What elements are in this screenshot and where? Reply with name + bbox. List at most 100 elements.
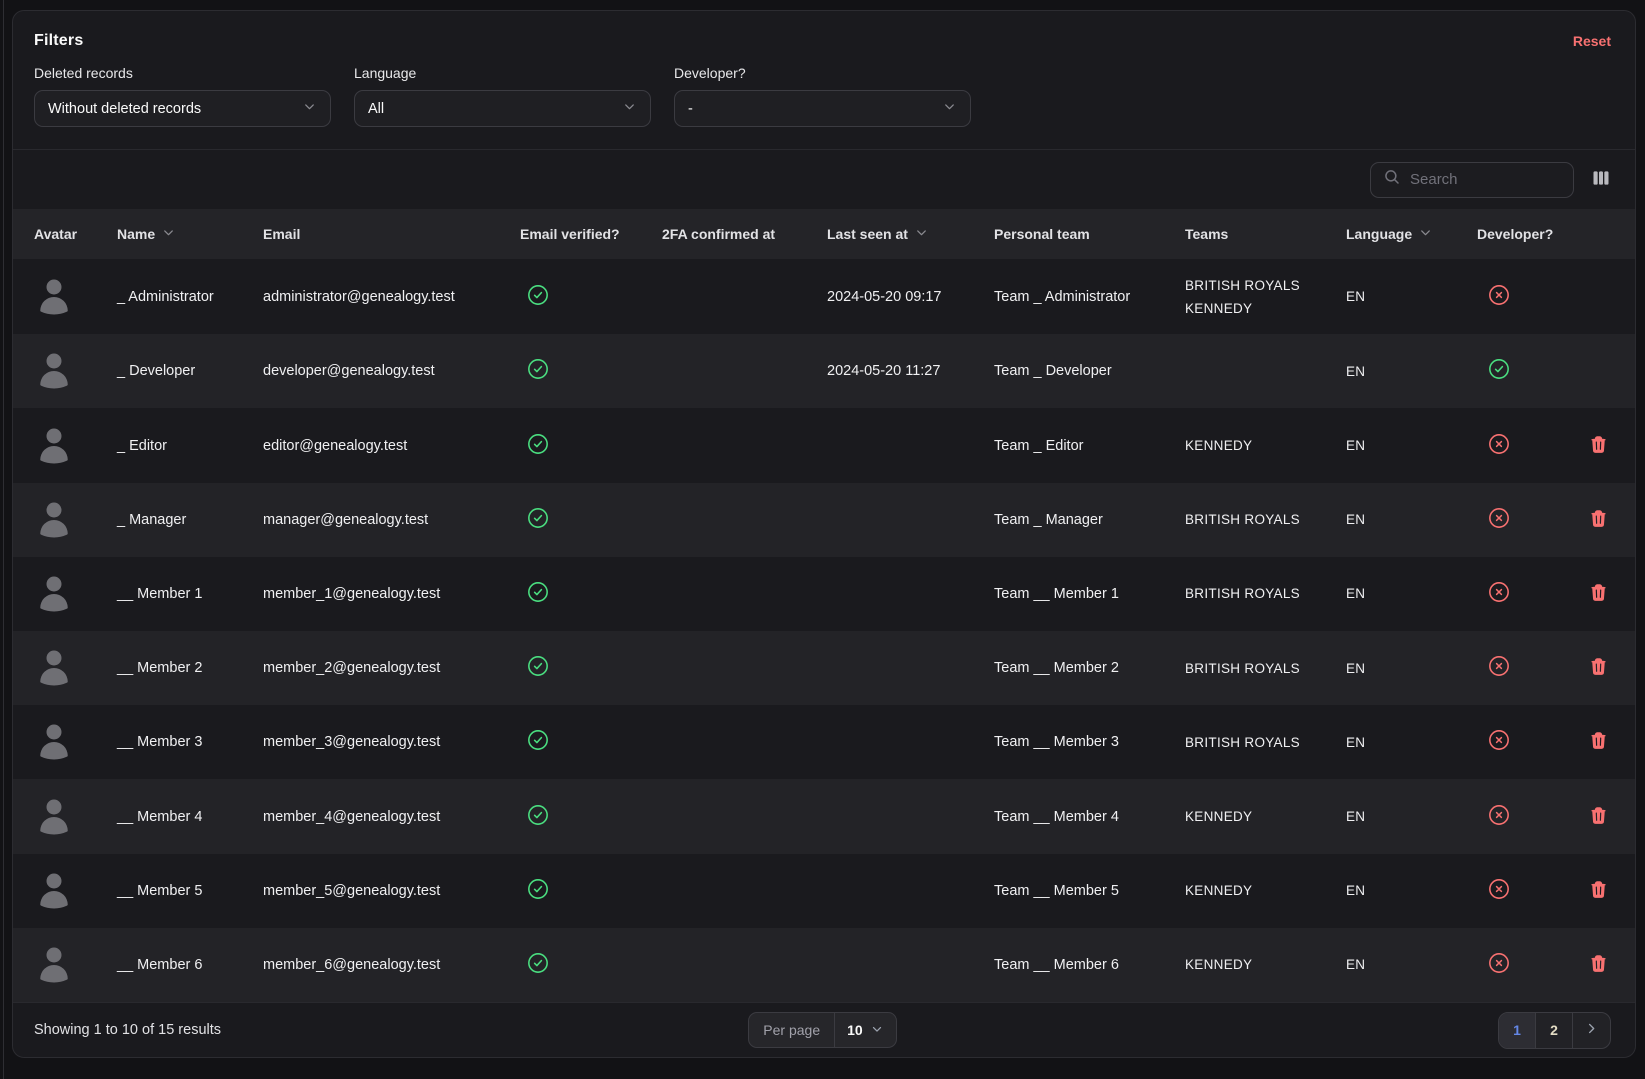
email-cell: manager@genealogy.test [263, 512, 520, 528]
filter-select[interactable]: - [674, 90, 971, 127]
chevron-down-icon [870, 1022, 884, 1039]
delete-button[interactable] [1589, 806, 1608, 828]
email-verified-cell [520, 804, 662, 830]
search-input[interactable] [1410, 171, 1561, 188]
developer-no-icon [1488, 581, 1510, 607]
avatar-cell [34, 426, 117, 466]
developer-no-icon [1488, 878, 1510, 904]
email-verified-icon [527, 358, 549, 384]
column-header-name[interactable]: Name [117, 225, 263, 243]
language-cell: EN [1346, 586, 1477, 601]
user-avatar-icon [34, 500, 117, 540]
filter-select[interactable]: All [354, 90, 651, 127]
filter-label: Deleted records [34, 65, 331, 81]
column-header-2fa-confirmed-at: 2FA confirmed at [662, 226, 827, 242]
developer-cell [1477, 581, 1567, 607]
name-cell: __ Member 6 [117, 957, 263, 973]
filter-select-value: All [368, 101, 384, 117]
user-avatar-icon [34, 871, 117, 911]
table-row[interactable]: __ Member 5 member_5@genealogy.test Team… [13, 854, 1635, 928]
table-row[interactable]: _ Editor editor@genealogy.test Team _ Ed… [13, 408, 1635, 482]
sort-chevron-icon [914, 225, 929, 243]
team-name: BRITISH ROYALS [1185, 731, 1346, 754]
row-actions-cell [1567, 954, 1611, 976]
name-cell: __ Member 1 [117, 586, 263, 602]
email-verified-cell [520, 878, 662, 904]
page-1-button[interactable]: 1 [1499, 1013, 1536, 1048]
developer-no-icon [1488, 952, 1510, 978]
table-row[interactable]: _ Administrator administrator@genealogy.… [13, 259, 1635, 334]
column-header-last-seen-at[interactable]: Last seen at [827, 225, 994, 243]
name-cell: _ Developer [117, 363, 263, 379]
name-cell: __ Member 2 [117, 660, 263, 676]
personal-team-cell: Team __ Member 4 [994, 809, 1185, 825]
table-row[interactable]: _ Manager manager@genealogy.test Team _ … [13, 483, 1635, 557]
trash-icon [1589, 954, 1608, 976]
delete-button[interactable] [1589, 509, 1608, 531]
email-verified-cell [520, 433, 662, 459]
table-toolbar [13, 149, 1635, 209]
delete-button[interactable] [1589, 583, 1608, 605]
select-chevron-icon [622, 99, 637, 119]
trash-icon [1589, 806, 1608, 828]
team-name: KENNEDY [1185, 297, 1346, 320]
column-header-language[interactable]: Language [1346, 225, 1477, 243]
per-page-label: Per page [749, 1013, 835, 1047]
table-row[interactable]: __ Member 2 member_2@genealogy.test Team… [13, 631, 1635, 705]
language-cell: EN [1346, 438, 1477, 453]
delete-button[interactable] [1589, 880, 1608, 902]
email-verified-cell [520, 507, 662, 533]
delete-button[interactable] [1589, 435, 1608, 457]
chevron-right-icon [1584, 1021, 1599, 1039]
developer-cell [1477, 804, 1567, 830]
filter-field-deleted-records: Deleted records Without deleted records [34, 65, 331, 127]
table-row[interactable]: _ Developer developer@genealogy.test 202… [13, 334, 1635, 408]
delete-button[interactable] [1589, 657, 1608, 679]
delete-button[interactable] [1589, 731, 1608, 753]
filters-title: Filters [34, 32, 83, 50]
filter-select[interactable]: Without deleted records [34, 90, 331, 127]
developer-cell [1477, 507, 1567, 533]
email-verified-icon [527, 655, 549, 681]
language-cell: EN [1346, 957, 1477, 972]
select-chevron-icon [302, 99, 317, 119]
table-row[interactable]: __ Member 4 member_4@genealogy.test Team… [13, 779, 1635, 853]
avatar-cell [34, 648, 117, 688]
per-page-select[interactable]: Per page 10 [748, 1012, 896, 1048]
teams-cell: BRITISH ROYALS [1185, 582, 1346, 605]
search-box[interactable] [1370, 162, 1574, 198]
team-name: KENNEDY [1185, 953, 1346, 976]
filters-reset-button[interactable]: Reset [1573, 33, 1611, 49]
email-verified-icon [527, 284, 549, 310]
email-verified-icon [527, 878, 549, 904]
developer-cell [1477, 433, 1567, 459]
developer-no-icon [1488, 729, 1510, 755]
table-footer: Showing 1 to 10 of 15 results Per page 1… [13, 1002, 1635, 1057]
user-avatar-icon [34, 648, 117, 688]
delete-button[interactable] [1589, 954, 1608, 976]
email-verified-icon [527, 804, 549, 830]
filter-label: Developer? [674, 65, 971, 81]
filters-fields: Deleted records Without deleted records … [34, 65, 1611, 127]
email-cell: developer@genealogy.test [263, 363, 520, 379]
avatar-cell [34, 871, 117, 911]
filters-header: Filters Reset [34, 32, 1611, 50]
language-cell: EN [1346, 289, 1477, 304]
email-cell: member_4@genealogy.test [263, 809, 520, 825]
row-actions-cell [1567, 509, 1611, 531]
trash-icon [1589, 435, 1608, 457]
table-row[interactable]: __ Member 1 member_1@genealogy.test Team… [13, 557, 1635, 631]
name-cell: _ Editor [117, 438, 263, 454]
filter-field-developer: Developer? - [674, 65, 971, 127]
toggle-columns-button[interactable] [1591, 168, 1611, 191]
email-verified-cell [520, 655, 662, 681]
language-cell: EN [1346, 883, 1477, 898]
next-page-button[interactable] [1573, 1013, 1610, 1048]
trash-icon [1589, 880, 1608, 902]
page-2-button[interactable]: 2 [1536, 1013, 1573, 1048]
row-actions-cell [1567, 880, 1611, 902]
table-row[interactable]: __ Member 3 member_3@genealogy.test Team… [13, 705, 1635, 779]
name-cell: __ Member 5 [117, 883, 263, 899]
table-row[interactable]: __ Member 6 member_6@genealogy.test Team… [13, 928, 1635, 1002]
team-name: KENNEDY [1185, 805, 1346, 828]
